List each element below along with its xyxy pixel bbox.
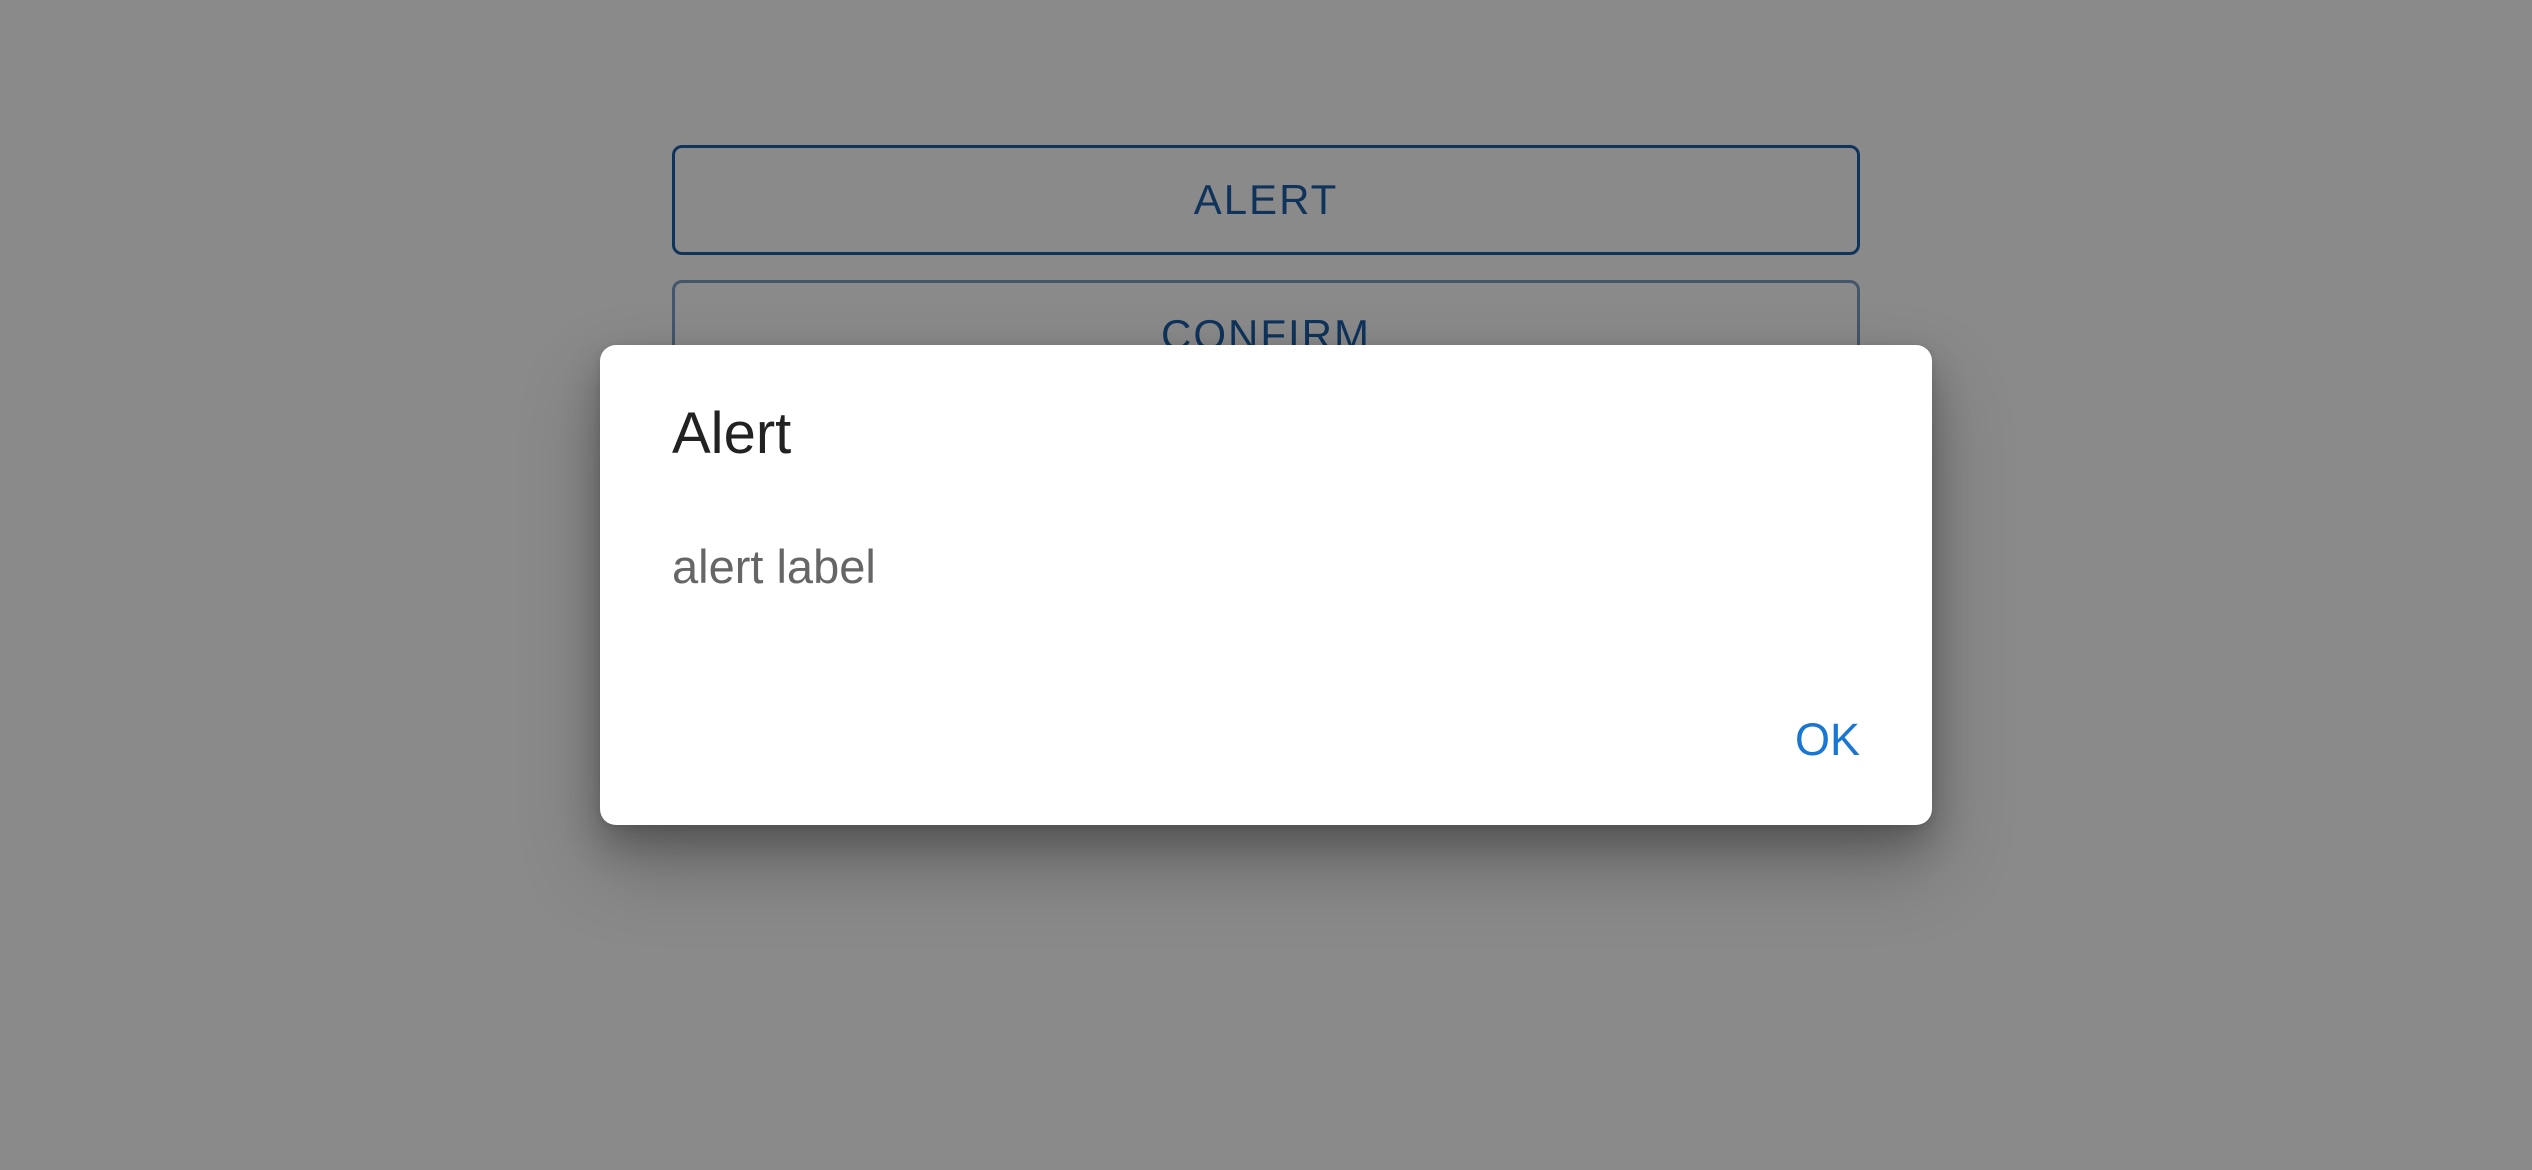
alert-dialog-actions: OK <box>1775 699 1860 780</box>
alert-dialog-message: alert label <box>672 540 876 593</box>
alert-dialog-title: Alert <box>672 401 792 466</box>
alert-page: ALERT CONFIRM Alert alert label OK <box>0 0 2532 1170</box>
ok-button[interactable]: OK <box>1775 699 1860 780</box>
alert-dialog: Alert alert label OK <box>600 345 1932 825</box>
